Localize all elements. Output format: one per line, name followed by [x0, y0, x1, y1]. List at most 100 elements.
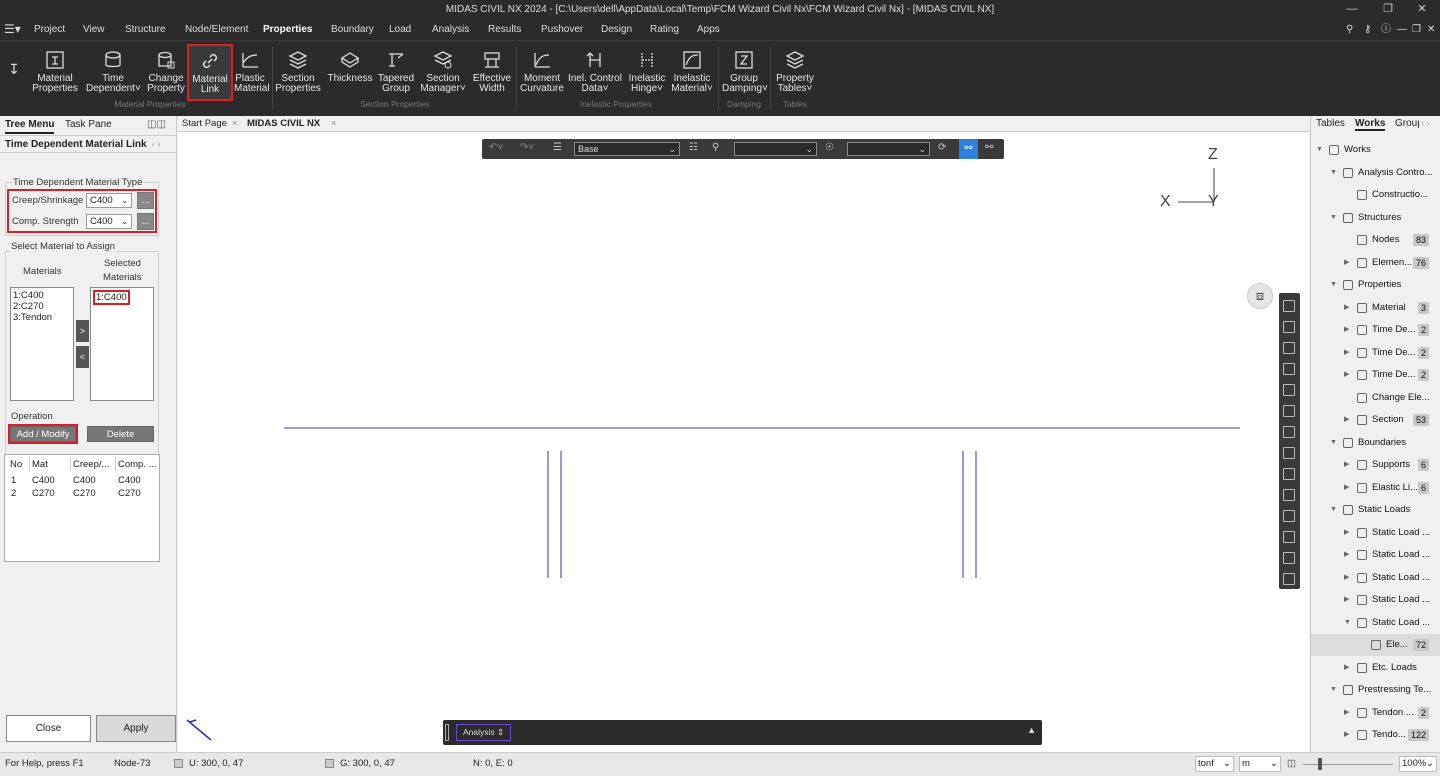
tree-item[interactable]: Constructio... [1311, 184, 1440, 206]
material-properties-button[interactable]: Material Properties [32, 49, 78, 94]
select-polygon-icon[interactable] [1283, 342, 1295, 354]
menu-properties[interactable]: Properties [263, 19, 312, 40]
inelastic-material-button[interactable]: Inelastic Material˅ [670, 49, 714, 94]
tree-item[interactable]: ▶ Etc. Loads [1311, 657, 1440, 679]
tree-item[interactable]: ▶ Time De... 2 [1311, 364, 1440, 386]
node-filter-icon[interactable]: ⚲ [712, 142, 719, 153]
chevron-right-icon[interactable]: ▶ [1344, 477, 1349, 499]
menu-design[interactable]: Design [601, 19, 632, 40]
apply-button[interactable]: Apply [96, 715, 176, 742]
tree-item[interactable]: ▶ Supports 6 [1311, 454, 1440, 476]
chevron-right-icon[interactable]: ▶ [1344, 364, 1349, 386]
group-damping-button[interactable]: Group Damping˅ [722, 49, 768, 94]
materials-list[interactable]: 1:C400 2:C270 3:Tendon [10, 287, 74, 401]
chevron-down-icon[interactable]: ▼ [1330, 162, 1337, 184]
filter-icon[interactable]: ☰ [553, 142, 562, 153]
menu-node-element[interactable]: Node/Element [185, 19, 248, 40]
close-icon[interactable]: ✕ [1404, 0, 1440, 19]
material-link-button[interactable]: Material Link [187, 44, 233, 101]
undo-icon[interactable]: ↶˅ [489, 142, 503, 153]
select-intersect-icon[interactable] [1283, 363, 1295, 375]
display-settings-icon[interactable]: ◫ [1287, 753, 1296, 775]
comp-strength-select[interactable]: C400 ⌄ [86, 214, 132, 229]
chevron-right-icon[interactable]: ▶ [1344, 567, 1349, 589]
chevron-right-icon[interactable]: ▶ [1344, 319, 1349, 341]
tab-works[interactable]: Works [1355, 118, 1386, 131]
tree-item[interactable]: Change Ele... [1311, 387, 1440, 409]
filter-select-1[interactable]: ⌄ [734, 142, 817, 156]
tab-nav-icon[interactable]: ‹ › [1421, 118, 1430, 128]
tree-item[interactable]: ▶ Static Load ... [1311, 522, 1440, 544]
lock-icon[interactable]: ⚯ [985, 142, 993, 153]
select-volume-icon[interactable] [1283, 405, 1295, 417]
menu-project[interactable]: Project [34, 19, 65, 40]
panel-toggle-icon[interactable]: ↧ [4, 61, 24, 91]
menu-analysis[interactable]: Analysis [432, 19, 469, 40]
tab-group[interactable]: Group [1395, 118, 1419, 129]
remove-material-button[interactable]: < [76, 346, 89, 368]
thickness-button[interactable]: Thickness [327, 49, 373, 84]
delete-button[interactable]: Delete [87, 426, 154, 442]
tree-item[interactable]: ▼ Boundaries [1311, 432, 1440, 454]
tapered-group-button[interactable]: Tapered Group [376, 49, 416, 94]
select-identity-icon[interactable] [1283, 468, 1295, 480]
display-options-icon[interactable] [1283, 573, 1295, 585]
tree-item[interactable]: ▶ Static Load ... [1311, 567, 1440, 589]
tab-task-pane[interactable]: Task Pane [65, 116, 112, 134]
chevron-down-icon[interactable]: ▼ [1330, 207, 1337, 229]
tree-item[interactable]: ▼ Static Load ... [1311, 612, 1440, 634]
creep-shrinkage-select[interactable]: C400 ⌄ [86, 193, 132, 208]
select-all-icon[interactable] [1283, 447, 1295, 459]
tree-item[interactable]: ▶ Section 53 [1311, 409, 1440, 431]
list-item[interactable]: 3:Tendon [13, 312, 71, 323]
tree-item[interactable]: ▶ Time De... 2 [1311, 319, 1440, 341]
moment-curvature-button[interactable]: Moment Curvature [518, 49, 566, 94]
refresh-icon[interactable]: ⟳ [938, 142, 946, 153]
tree-item[interactable]: ▼ Structures [1311, 207, 1440, 229]
chevron-down-icon[interactable]: ▼ [1330, 679, 1337, 701]
model-view-canvas[interactable]: Z X Y ⧈ [178, 132, 1309, 752]
menu-apps[interactable]: Apps [697, 19, 720, 40]
tab-tree-menu[interactable]: Tree Menu [5, 116, 55, 134]
tab-midas-civil-nx[interactable]: MIDAS CIVIL NX [247, 118, 320, 129]
zoom-level-select[interactable]: 100% ⌄ [1399, 756, 1437, 772]
list-item[interactable]: 1:C400 [13, 290, 71, 301]
tree-item[interactable]: Ele... 72 [1311, 634, 1440, 656]
activate-icon[interactable] [1283, 531, 1295, 543]
menu-pushover[interactable]: Pushover [541, 19, 583, 40]
tree-item[interactable]: ▼ Analysis Contro... [1311, 162, 1440, 184]
chevron-right-icon[interactable]: ▶ [1344, 522, 1349, 544]
col-header-mat[interactable]: Mat [32, 459, 48, 470]
zoom-slider[interactable] [1303, 764, 1393, 765]
tree-item[interactable]: ▶ Static Load ... [1311, 544, 1440, 566]
minimize-icon[interactable]: — [1334, 0, 1370, 19]
chevron-right-icon[interactable]: ▶ [1344, 589, 1349, 611]
panel-nav-icon[interactable]: ‹ › [152, 139, 161, 149]
tree-item[interactable]: ▼ Static Loads [1311, 499, 1440, 521]
ribbon-close-icon[interactable]: ✕ [1427, 19, 1435, 40]
chevron-down-icon[interactable]: ▼ [1330, 274, 1337, 296]
group-filter-icon[interactable]: ☉ [825, 142, 834, 153]
chevron-right-icon[interactable]: ▶ [1344, 454, 1349, 476]
chevron-right-icon[interactable]: ▶ [1344, 342, 1349, 364]
select-window-icon[interactable] [1283, 321, 1295, 333]
length-unit-select[interactable]: m ⌄ [1239, 756, 1281, 772]
lock-open-icon[interactable]: ⚯ [959, 139, 978, 159]
add-modify-button[interactable]: Add / Modify [8, 424, 78, 444]
chevron-right-icon[interactable]: ▶ [1344, 409, 1349, 431]
menu-load[interactable]: Load [389, 19, 411, 40]
menu-structure[interactable]: Structure [125, 19, 166, 40]
chevron-down-icon[interactable]: ▼ [1316, 139, 1323, 161]
key-icon[interactable]: ⚷ [1364, 19, 1371, 40]
tree-item[interactable]: Nodes 83 [1311, 229, 1440, 251]
ribbon-restore-icon[interactable]: ❐ [1412, 19, 1421, 40]
unselect-icon[interactable] [1283, 510, 1295, 522]
col-header-no[interactable]: No [10, 459, 22, 470]
time-dependent-button[interactable]: Time Dependent˅ [86, 49, 141, 94]
filter-select-2[interactable]: ⌄ [847, 142, 930, 156]
chevron-right-icon[interactable]: ▶ [1344, 702, 1349, 724]
chevron-right-icon[interactable]: ▶ [1344, 544, 1349, 566]
select-property-icon[interactable] [1283, 426, 1295, 438]
tree-item[interactable]: ▶ Material 3 [1311, 297, 1440, 319]
chevron-down-icon[interactable]: ▼ [1330, 499, 1337, 521]
